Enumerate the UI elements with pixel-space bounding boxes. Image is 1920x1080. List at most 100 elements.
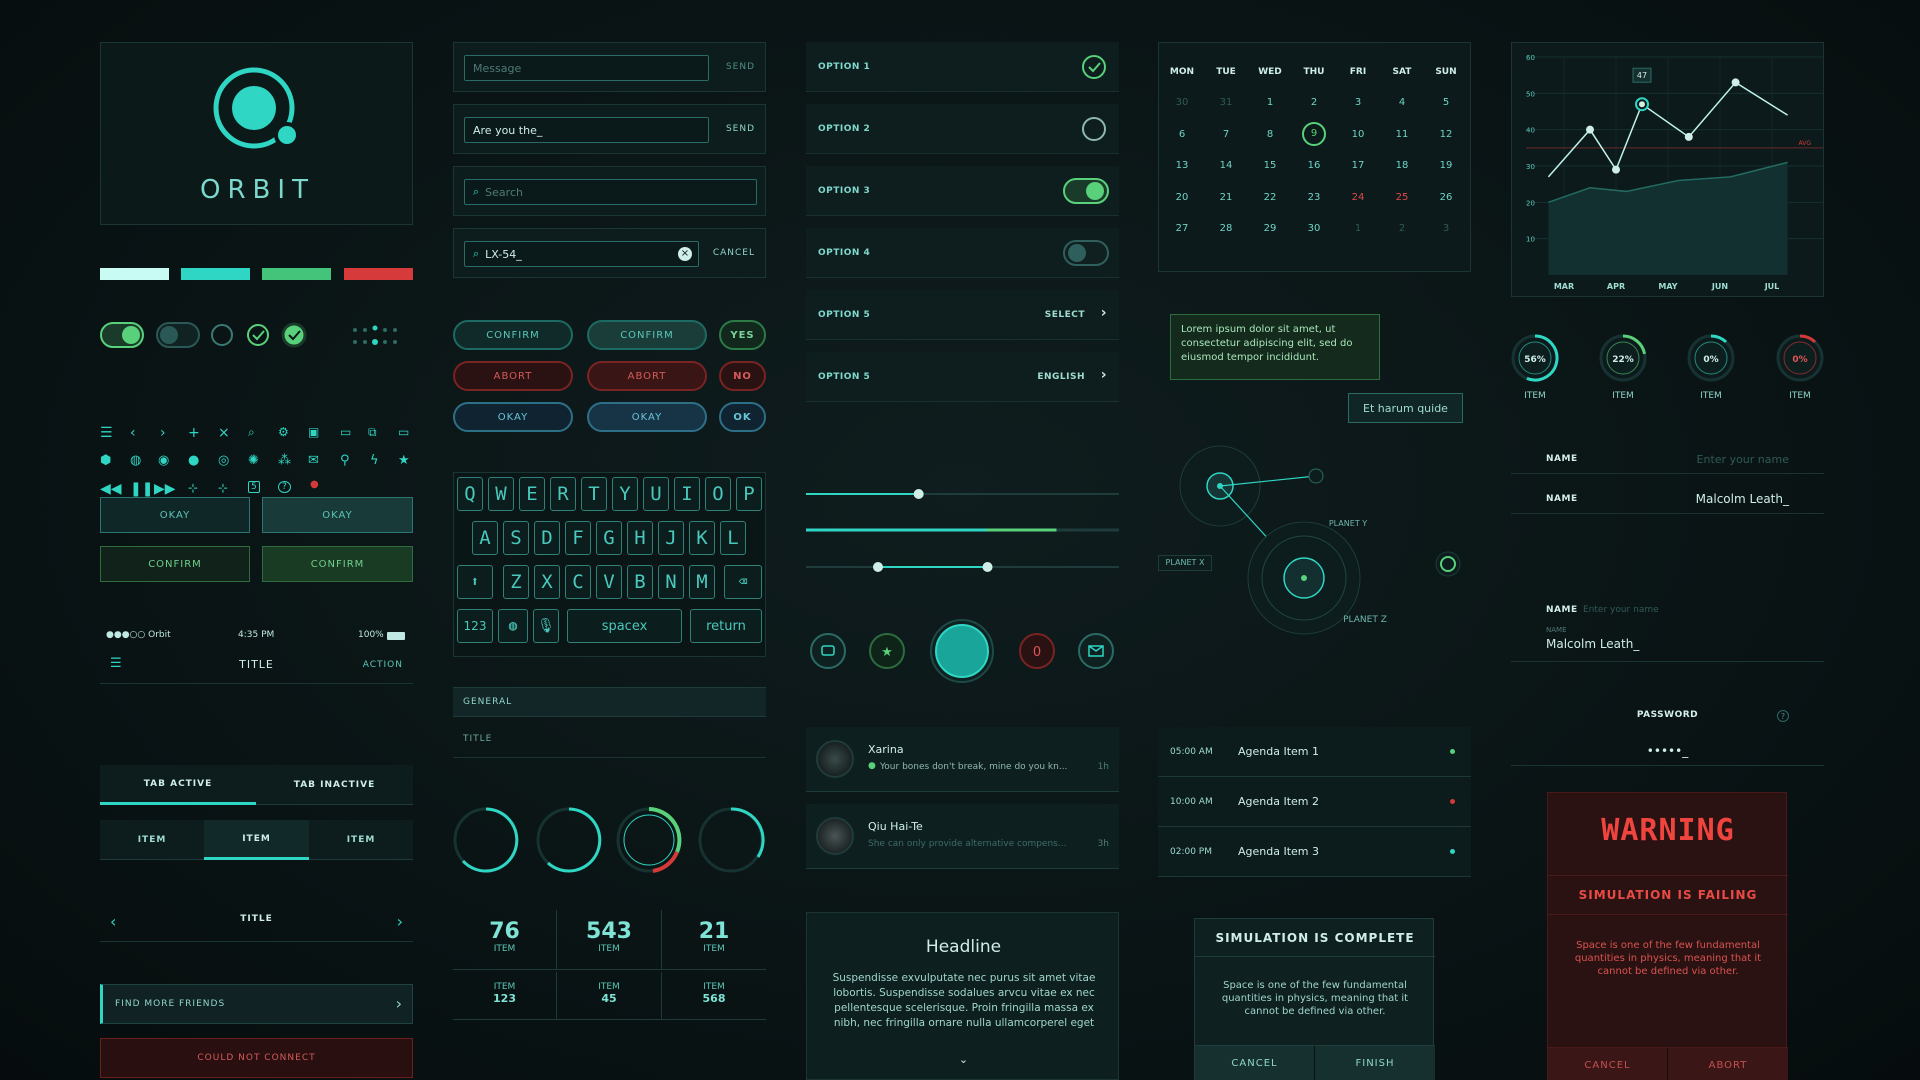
- key-q[interactable]: Q: [457, 477, 483, 511]
- segment-3[interactable]: ITEM: [309, 820, 413, 860]
- nav-action-button[interactable]: ACTION: [363, 660, 403, 670]
- return-key[interactable]: return: [690, 609, 762, 643]
- agenda-item-1[interactable]: 05:00 AM Agenda Item 1: [1158, 727, 1471, 777]
- yes-pill[interactable]: YES: [719, 320, 766, 350]
- agenda-item-2[interactable]: 10:00 AM Agenda Item 2: [1158, 777, 1471, 827]
- calendar-date[interactable]: 17: [1336, 150, 1380, 182]
- tab-inactive[interactable]: TAB INACTIVE: [256, 765, 413, 805]
- search-icon[interactable]: ⌕: [248, 425, 255, 440]
- calendar-date[interactable]: 21: [1204, 182, 1248, 214]
- key-w[interactable]: W: [488, 477, 514, 511]
- tag-label[interactable]: Et harum quide: [1348, 393, 1463, 423]
- plus-icon[interactable]: +: [188, 425, 200, 441]
- calendar-date[interactable]: 30: [1160, 87, 1204, 119]
- message-input[interactable]: Message: [464, 55, 709, 81]
- abort-pill-2[interactable]: ABORT: [587, 361, 707, 391]
- radio-icon[interactable]: [1435, 551, 1461, 577]
- calendar-date[interactable]: 31: [1204, 87, 1248, 119]
- calendar-date[interactable]: 16: [1292, 150, 1336, 182]
- segment-2[interactable]: ITEM: [204, 820, 309, 860]
- calendar-date[interactable]: 26: [1424, 182, 1468, 214]
- star-icon[interactable]: ★: [869, 633, 905, 669]
- calendar-date[interactable]: 27: [1160, 213, 1204, 245]
- help-icon[interactable]: ?: [1777, 710, 1789, 722]
- calendar-date[interactable]: 1: [1248, 87, 1292, 119]
- key-p[interactable]: P: [736, 477, 762, 511]
- cancel-button[interactable]: CANCEL: [1195, 1045, 1315, 1080]
- toggle-on[interactable]: [1063, 178, 1109, 204]
- slider-1[interactable]: [806, 489, 1119, 499]
- key-g[interactable]: G: [596, 521, 622, 555]
- gallery-icon[interactable]: ⧉: [368, 425, 377, 440]
- ok-pill[interactable]: OK: [719, 402, 766, 432]
- name-field-filled[interactable]: NAME Malcolm Leath_: [1511, 482, 1824, 514]
- calendar-date[interactable]: 28: [1204, 213, 1248, 245]
- calendar-date[interactable]: 20: [1160, 182, 1204, 214]
- key-u[interactable]: U: [643, 477, 669, 511]
- calendar-date[interactable]: 5: [1424, 87, 1468, 119]
- okay-pill-2[interactable]: OKAY: [587, 402, 707, 432]
- key-d[interactable]: D: [534, 521, 560, 555]
- calendar-date[interactable]: 13: [1160, 150, 1204, 182]
- menu-icon[interactable]: ☰: [100, 425, 113, 441]
- space-key[interactable]: spacex: [567, 609, 682, 643]
- calendar-date[interactable]: 7: [1204, 119, 1248, 151]
- key-j[interactable]: J: [658, 521, 684, 555]
- key-x[interactable]: X: [534, 565, 560, 599]
- find-friends-row[interactable]: FIND MORE FRIENDS ›: [100, 984, 413, 1024]
- search-input-active[interactable]: ⌕ LX-54_ ×: [464, 241, 699, 267]
- key-a[interactable]: A: [472, 521, 498, 555]
- confirm-button-2[interactable]: CONFIRM: [262, 546, 413, 582]
- send-button-2[interactable]: SEND: [726, 124, 755, 134]
- cancel-button[interactable]: CANCEL: [1548, 1047, 1668, 1080]
- okay-button-1[interactable]: OKAY: [100, 497, 250, 533]
- name-field-floating[interactable]: NAME Enter your name NAME Malcolm Leath_: [1511, 597, 1824, 662]
- chat-item-1[interactable]: Xarina ● Your bones don't break, mine do…: [806, 727, 1119, 792]
- chat-icon[interactable]: ▭: [340, 425, 351, 439]
- key-r[interactable]: R: [550, 477, 576, 511]
- drone-icon[interactable]: ⊹: [218, 481, 228, 495]
- check-filled[interactable]: [281, 322, 307, 348]
- message-icon[interactable]: ▭: [398, 425, 409, 439]
- calendar-date[interactable]: 22: [1248, 182, 1292, 214]
- key-s[interactable]: S: [503, 521, 529, 555]
- calendar-date[interactable]: 10: [1336, 119, 1380, 151]
- bolt-icon[interactable]: ϟ: [370, 453, 379, 468]
- search-input[interactable]: ⌕ Search: [464, 179, 757, 205]
- mail-icon[interactable]: [1078, 633, 1114, 669]
- key-h[interactable]: H: [627, 521, 653, 555]
- calendar-date[interactable]: 3: [1424, 213, 1468, 245]
- clear-icon[interactable]: ×: [678, 247, 692, 261]
- chevron-down-icon[interactable]: ⌄: [807, 1053, 1120, 1066]
- key-c[interactable]: C: [565, 565, 591, 599]
- toggle-off[interactable]: [1063, 240, 1109, 266]
- close-icon[interactable]: ×: [218, 425, 230, 441]
- no-pill[interactable]: NO: [719, 361, 766, 391]
- database-icon[interactable]: ◉: [158, 453, 169, 468]
- option-row-5[interactable]: OPTION 5 SELECT ›: [806, 290, 1119, 340]
- radio-empty[interactable]: [211, 324, 233, 346]
- okay-button-2[interactable]: OKAY: [262, 497, 413, 533]
- calendar-date[interactable]: 8: [1248, 119, 1292, 151]
- key-t[interactable]: T: [581, 477, 607, 511]
- users-icon[interactable]: ⁂: [278, 453, 291, 468]
- globe-icon[interactable]: ◍: [498, 609, 528, 643]
- numbers-key[interactable]: 123: [457, 609, 493, 643]
- sun-icon[interactable]: ✺: [248, 453, 259, 468]
- calendar-date[interactable]: 9: [1292, 119, 1336, 151]
- send-button-1[interactable]: SEND: [726, 62, 755, 72]
- finish-button[interactable]: FINISH: [1315, 1045, 1435, 1080]
- satellite-icon[interactable]: ⊹: [188, 481, 198, 495]
- microphone-icon[interactable]: 🎙︎: [533, 609, 559, 643]
- radio-icon[interactable]: [1081, 116, 1107, 142]
- calendar-date[interactable]: 3: [1336, 87, 1380, 119]
- location-icon[interactable]: ⚲: [340, 453, 350, 468]
- calendar-date[interactable]: 30: [1292, 213, 1336, 245]
- toggle-on[interactable]: [100, 322, 144, 348]
- record-icon[interactable]: ●: [188, 453, 199, 468]
- option-row-6[interactable]: OPTION 5 ENGLISH ›: [806, 352, 1119, 402]
- confirm-pill-2[interactable]: CONFIRM: [587, 320, 707, 350]
- key-f[interactable]: F: [565, 521, 591, 555]
- check-outline[interactable]: [247, 324, 269, 346]
- okay-pill-1[interactable]: OKAY: [453, 402, 573, 432]
